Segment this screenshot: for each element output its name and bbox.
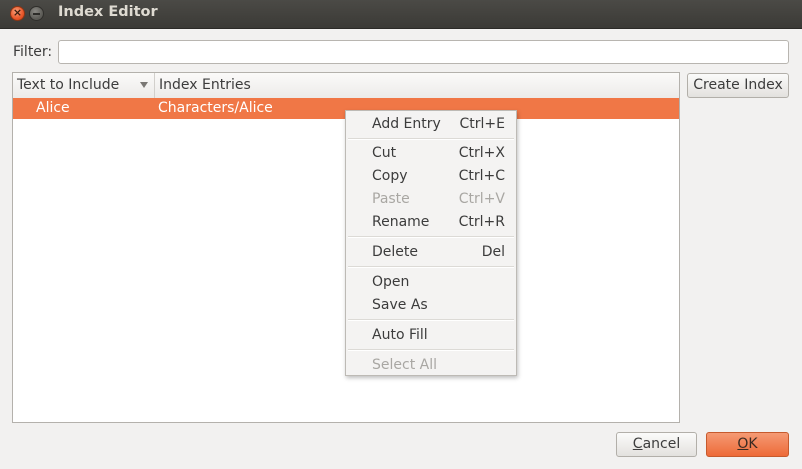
menu-item-auto-fill[interactable]: Auto Fill xyxy=(346,324,516,346)
menu-item-label: Save As xyxy=(372,297,428,313)
create-index-button[interactable]: Create Index xyxy=(687,73,789,98)
menu-separator xyxy=(348,319,514,321)
menu-separator xyxy=(348,236,514,238)
menu-item-label: Open xyxy=(372,274,410,290)
minimize-window-icon[interactable] xyxy=(29,6,44,21)
column-header-index-entries[interactable]: Index Entries xyxy=(155,73,679,98)
menu-item-label: Add Entry xyxy=(372,116,441,132)
menu-item-open[interactable]: Open xyxy=(346,271,516,293)
menu-item-cut[interactable]: Cut Ctrl+X xyxy=(346,142,516,164)
menu-item-select-all: Select All xyxy=(346,354,516,376)
menu-item-shortcut: Ctrl+V xyxy=(458,191,505,207)
menu-item-shortcut: Ctrl+C xyxy=(458,168,505,184)
column-header-label: Text to Include xyxy=(17,77,120,93)
cell-entry: Characters/Alice xyxy=(158,100,273,116)
menu-separator xyxy=(348,349,514,351)
table-header: Text to Include Index Entries xyxy=(13,73,679,99)
menu-item-label: Rename xyxy=(372,214,430,230)
menu-item-label: Select All xyxy=(372,357,437,373)
title-bar: × Index Editor xyxy=(0,0,802,29)
filter-label: Filter: xyxy=(13,44,53,60)
menu-item-shortcut: Ctrl+E xyxy=(459,116,506,132)
menu-item-shortcut: Ctrl+X xyxy=(458,145,505,161)
menu-item-delete[interactable]: Delete Del xyxy=(346,241,516,263)
ok-button[interactable]: OK xyxy=(706,432,789,457)
menu-item-rename[interactable]: Rename Ctrl+R xyxy=(346,211,516,233)
menu-item-label: Delete xyxy=(372,244,418,260)
menu-item-save-as[interactable]: Save As xyxy=(346,294,516,316)
menu-item-label: Paste xyxy=(372,191,410,207)
context-menu: Add Entry Ctrl+E Cut Ctrl+X Copy Ctrl+C … xyxy=(345,110,517,376)
cancel-button[interactable]: Cancel xyxy=(616,432,697,457)
filter-input[interactable] xyxy=(58,40,789,64)
column-header-text-to-include[interactable]: Text to Include xyxy=(13,73,155,98)
cell-text: Alice xyxy=(36,100,70,116)
menu-item-label: Copy xyxy=(372,168,408,184)
menu-item-paste: Paste Ctrl+V xyxy=(346,188,516,210)
menu-item-copy[interactable]: Copy Ctrl+C xyxy=(346,165,516,187)
menu-item-label: Auto Fill xyxy=(372,327,428,343)
sort-arrow-icon xyxy=(140,82,148,88)
menu-item-shortcut: Del xyxy=(481,244,505,260)
menu-item-add-entry[interactable]: Add Entry Ctrl+E xyxy=(346,113,516,135)
window-title: Index Editor xyxy=(58,4,158,20)
menu-separator xyxy=(348,266,514,268)
menu-separator xyxy=(348,138,514,140)
menu-item-shortcut: Ctrl+R xyxy=(458,214,505,230)
close-window-icon[interactable]: × xyxy=(10,6,25,21)
menu-item-label: Cut xyxy=(372,145,397,161)
